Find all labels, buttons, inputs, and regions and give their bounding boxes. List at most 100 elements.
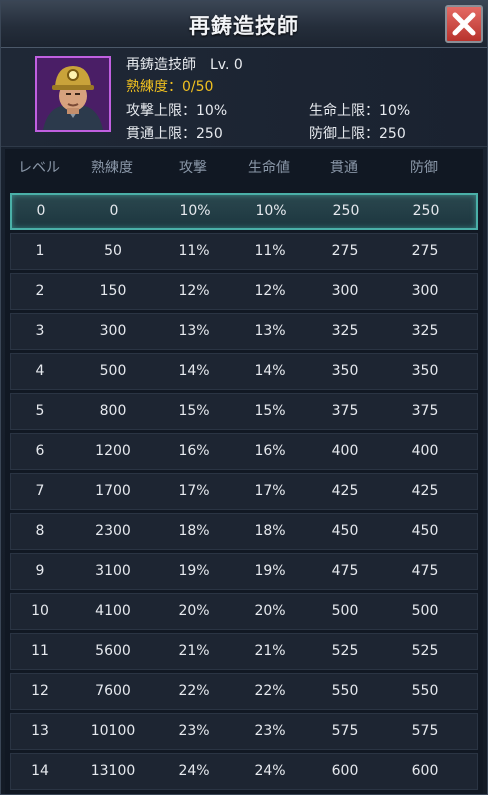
cell-level: 7 [35,483,45,499]
table-row: 11 5600 21% 21% 525 525 [10,633,478,670]
cell-proficiency: 300 [99,323,127,339]
cell-proficiency: 7600 [95,683,131,699]
cell-defense: 300 [411,283,439,299]
cell-hp: 16% [254,443,286,459]
cell-attack: 10% [179,203,211,219]
cell-pierce: 575 [331,723,359,739]
character-name-line: 再鋳造技師 Lv. 0 [126,54,243,74]
cell-proficiency: 150 [99,283,127,299]
cell-attack: 22% [178,683,210,699]
character-name: 再鋳造技師 [126,57,196,73]
cell-defense: 350 [411,363,439,379]
table-row: 2 150 12% 12% 300 300 [10,273,478,310]
cell-attack: 19% [178,563,210,579]
title-bar: 再鋳造技師 [1,1,487,48]
cell-level: 6 [35,443,45,459]
cell-attack: 14% [178,363,210,379]
cell-proficiency: 50 [104,243,122,259]
cell-attack: 21% [178,643,210,659]
cell-pierce: 450 [331,523,359,539]
cell-level: 11 [31,643,49,659]
attack-cap: 攻撃上限：10% [126,103,228,119]
table-row-current: 0 0 10% 10% 250 250 [10,193,478,230]
character-level: Lv. 0 [210,57,243,73]
column-header-pierce: 貫通 [330,160,358,176]
table-header: レベル 熟練度 攻撃 生命値 貫通 防御 [5,157,483,187]
cell-level: 2 [35,283,45,299]
level-table: レベル 熟練度 攻撃 生命値 貫通 防御 0 0 10% 10% 250 250 1 50 11… [5,149,483,794]
cell-hp: 17% [254,483,286,499]
cell-defense: 550 [411,683,439,699]
cell-pierce: 600 [331,763,359,779]
cell-level: 13 [31,723,49,739]
cell-proficiency: 500 [99,363,127,379]
column-header-hp: 生命値 [248,160,290,176]
proficiency-text: 熟練度：0/50 [126,79,214,95]
cell-attack: 23% [178,723,210,739]
cell-hp: 22% [254,683,286,699]
mastery-panel: 再鋳造技師 再鋳造技師 Lv. 0 熟練度：0/50 攻撃上限：10% 生命上限… [0,0,488,795]
cell-defense: 425 [411,483,439,499]
cell-defense: 525 [411,643,439,659]
cell-hp: 23% [254,723,286,739]
cell-hp: 12% [254,283,286,299]
table-row: 7 1700 17% 17% 425 425 [10,473,478,510]
cell-proficiency: 2300 [95,523,131,539]
cell-proficiency: 13100 [90,763,136,779]
cell-level: 10 [31,603,49,619]
cell-proficiency: 1200 [95,443,131,459]
cell-pierce: 425 [331,483,359,499]
cell-attack: 11% [178,243,210,259]
cell-pierce: 275 [331,243,359,259]
cell-hp: 21% [254,643,286,659]
cell-hp: 10% [255,203,287,219]
cell-hp: 15% [254,403,286,419]
cell-defense: 500 [411,603,439,619]
cell-level: 0 [36,203,46,219]
table-row: 4 500 14% 14% 350 350 [10,353,478,390]
cell-pierce: 500 [331,603,359,619]
cell-attack: 20% [178,603,210,619]
table-row: 9 3100 19% 19% 475 475 [10,553,478,590]
table-row: 5 800 15% 15% 375 375 [10,393,478,430]
cell-hp: 18% [254,523,286,539]
table-row: 14 13100 24% 24% 600 600 [10,753,478,790]
cell-level: 9 [35,563,45,579]
cell-attack: 15% [178,403,210,419]
table-row: 13 10100 23% 23% 575 575 [10,713,478,750]
cell-proficiency: 3100 [95,563,131,579]
close-icon [452,12,476,36]
column-header-level: レベル [18,160,60,176]
cell-pierce: 250 [332,203,360,219]
cell-hp: 11% [254,243,286,259]
cell-pierce: 325 [331,323,359,339]
cell-defense: 575 [411,723,439,739]
cell-defense: 275 [411,243,439,259]
cell-proficiency: 1700 [95,483,131,499]
cell-pierce: 350 [331,363,359,379]
cell-attack: 13% [178,323,210,339]
cell-attack: 16% [178,443,210,459]
column-header-proficiency: 熟練度 [91,160,133,176]
cell-defense: 375 [411,403,439,419]
panel-title: 再鋳造技師 [189,14,299,38]
column-header-attack: 攻撃 [179,160,207,176]
table-row: 6 1200 16% 16% 400 400 [10,433,478,470]
character-header: 再鋳造技師 Lv. 0 熟練度：0/50 攻撃上限：10% 生命上限：10% 貫通… [1,48,487,147]
cell-hp: 20% [254,603,286,619]
table-row: 10 4100 20% 20% 500 500 [10,593,478,630]
table-row: 3 300 13% 13% 325 325 [10,313,478,350]
cell-proficiency: 10100 [90,723,136,739]
column-header-defense: 防御 [410,160,438,176]
table-row: 1 50 11% 11% 275 275 [10,233,478,270]
cell-defense: 475 [411,563,439,579]
cell-level: 14 [31,763,49,779]
close-button[interactable] [445,5,483,43]
cell-proficiency: 4100 [95,603,131,619]
pierce-cap: 貫通上限：250 [126,126,223,142]
table-row: 12 7600 22% 22% 550 550 [10,673,478,710]
miner-helmet-portrait-icon [35,56,111,132]
cell-level: 12 [31,683,49,699]
cell-attack: 17% [178,483,210,499]
cell-level: 8 [35,523,45,539]
